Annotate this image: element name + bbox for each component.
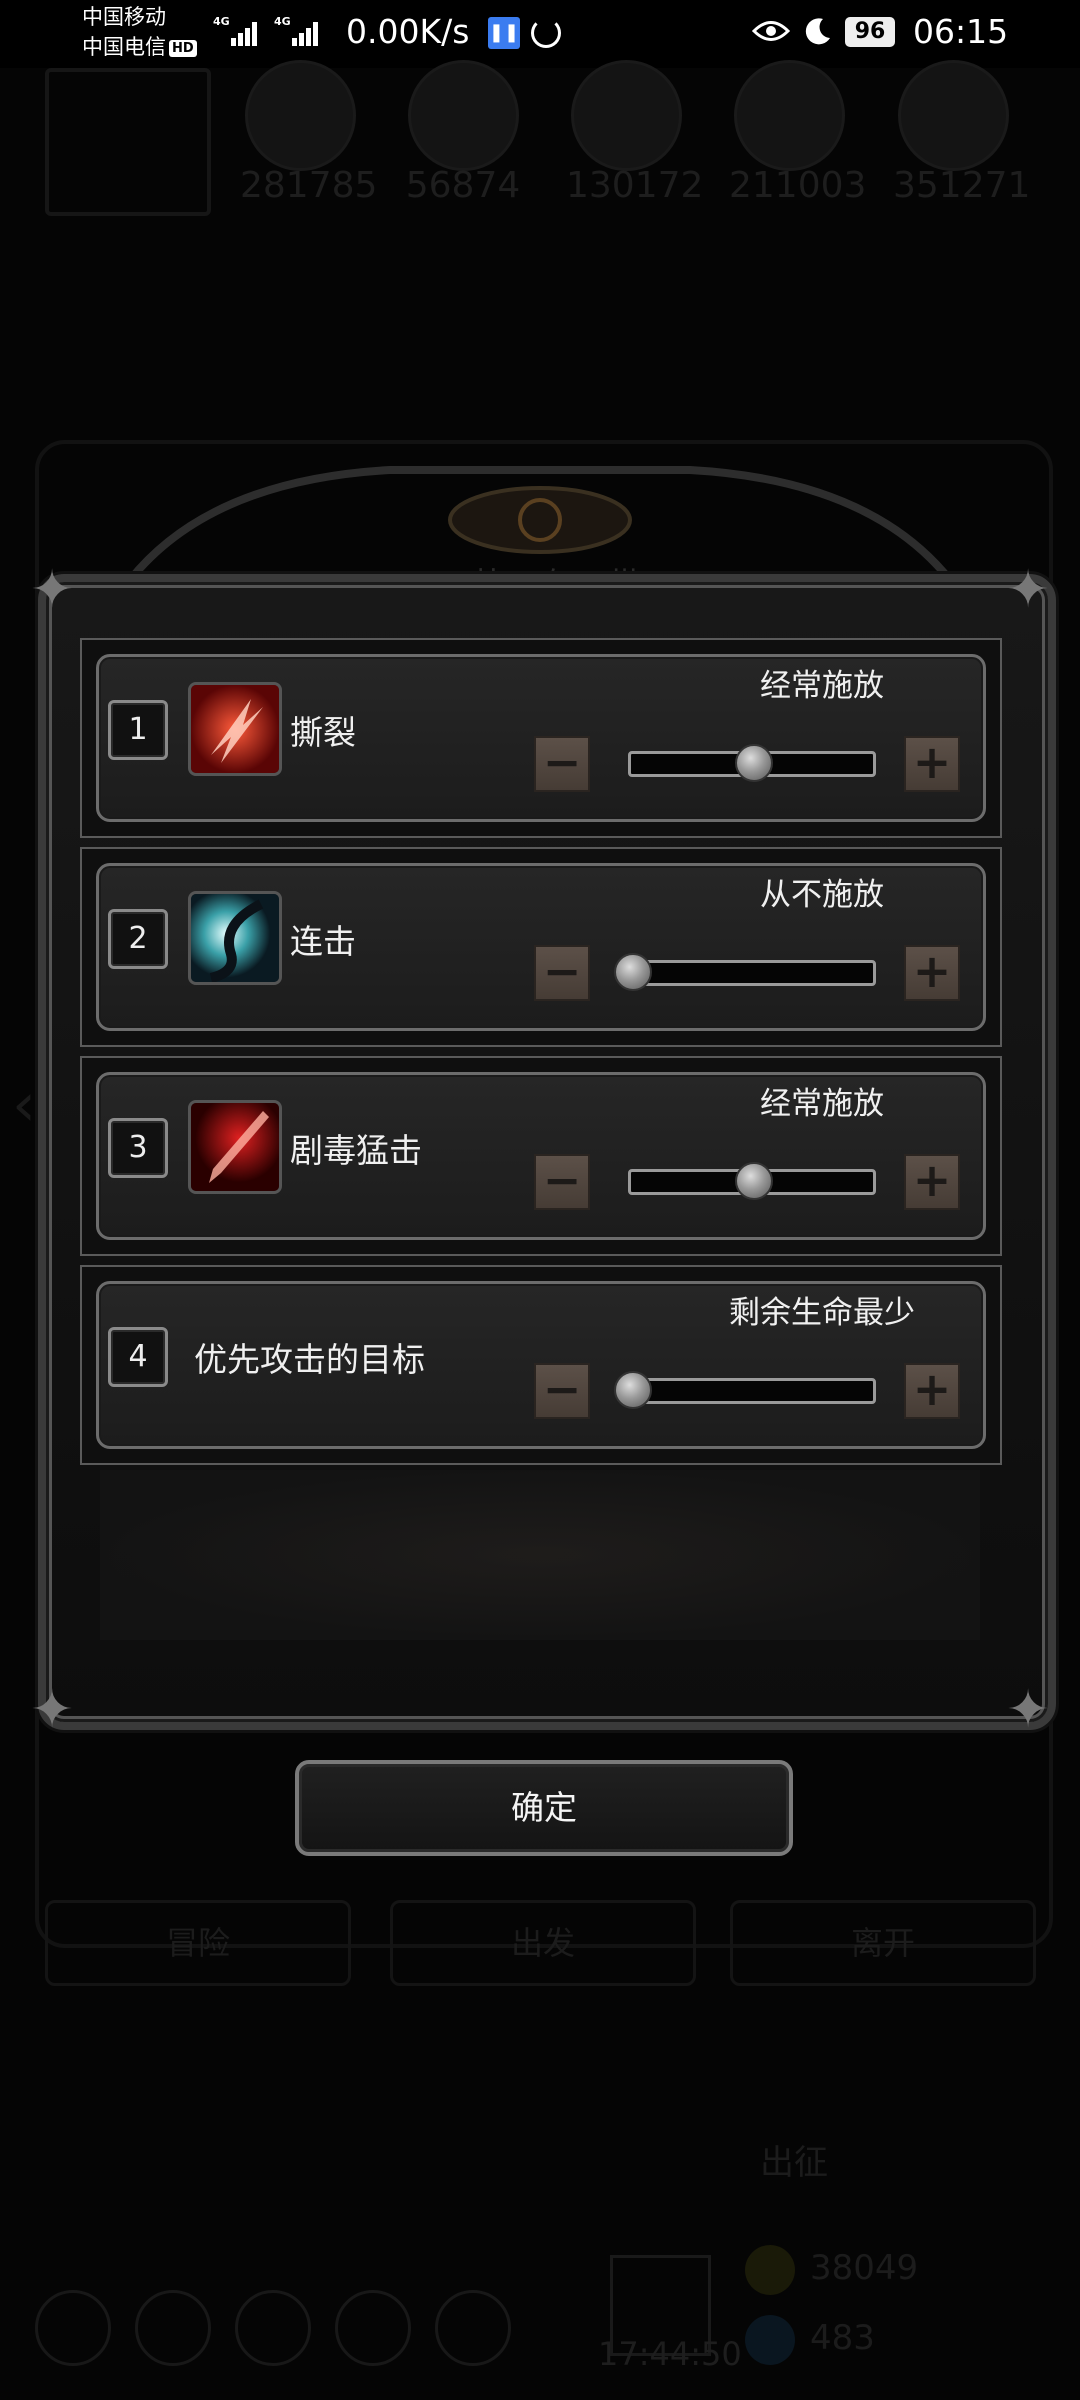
skill-name: 连击 (290, 922, 356, 961)
combo-skill-icon (188, 891, 282, 985)
decrease-button[interactable]: − (534, 736, 590, 792)
target-priority-row: 4 优先攻击的目标 剩余生命最少 − + (80, 1265, 1002, 1465)
increase-button[interactable]: + (904, 1363, 960, 1419)
frequency-label: 经常施放 (760, 1086, 884, 1122)
slider-knob[interactable] (735, 744, 773, 782)
decrease-button[interactable]: − (534, 1363, 590, 1419)
gem-amount: 483 (810, 2318, 875, 2358)
skill-name: 剧毒猛击 (290, 1131, 422, 1170)
left-arrow-icon: ‹ (12, 1070, 36, 1140)
dialog-texture (100, 1470, 980, 1640)
leave-button: 离开 (730, 1900, 1036, 1986)
menu-round-icon (35, 2290, 111, 2366)
target-priority-label: 优先攻击的目标 (194, 1340, 425, 1379)
increase-button[interactable]: + (904, 736, 960, 792)
target-setting-label: 剩余生命最少 (729, 1295, 915, 1331)
row-index: 1 (108, 700, 168, 760)
menu-round-icon (135, 2290, 211, 2366)
resource-1: 281785 (240, 60, 377, 206)
skill-name: 撕裂 (290, 713, 356, 752)
confirm-button[interactable]: 确定 (295, 1760, 793, 1856)
gem-icon (745, 2315, 795, 2365)
gold-coin-icon (745, 2245, 795, 2295)
corner-ornament-icon: ✦ (30, 560, 74, 620)
slider-knob[interactable] (614, 953, 652, 991)
frequency-label: 经常施放 (760, 668, 884, 704)
target-slider[interactable] (614, 1371, 876, 1409)
decrease-button[interactable]: − (534, 945, 590, 1001)
corner-ornament-icon: ✦ (30, 1680, 74, 1740)
resource-3: 130172 (566, 60, 703, 206)
decrease-button[interactable]: − (534, 1154, 590, 1210)
skill-row: 1 撕裂 经常施放 − + (80, 638, 1002, 838)
frequency-slider[interactable] (628, 1162, 876, 1200)
resource-4: 211003 (729, 60, 866, 206)
slider-knob[interactable] (614, 1371, 652, 1409)
depart-button: 出发 (390, 1900, 696, 1986)
resource-2: 56874 (403, 60, 523, 206)
countdown-timer: 17:44:50 (598, 2335, 742, 2373)
row-index: 3 (108, 1118, 168, 1178)
skill-row: 3 剧毒猛击 经常施放 − + (80, 1056, 1002, 1256)
increase-button[interactable]: + (904, 945, 960, 1001)
menu-round-icon (235, 2290, 311, 2366)
adventure-button: 冒险 (45, 1900, 351, 1986)
hero-portrait (45, 68, 211, 216)
corner-ornament-icon: ✦ (1006, 560, 1050, 620)
corner-ornament-icon: ✦ (1006, 1680, 1050, 1740)
tear-skill-icon (188, 682, 282, 776)
skill-row: 2 连击 从不施放 − + (80, 847, 1002, 1047)
frequency-slider[interactable] (614, 953, 876, 991)
poison-strike-skill-icon (188, 1100, 282, 1194)
frequency-slider[interactable] (628, 744, 876, 782)
row-index: 4 (108, 1327, 168, 1387)
resource-5: 351271 (893, 60, 1030, 206)
frequency-label: 从不施放 (760, 877, 884, 913)
gold-amount: 38049 (810, 2248, 919, 2288)
increase-button[interactable]: + (904, 1154, 960, 1210)
expedition-label: 出征 (760, 2143, 828, 2183)
menu-round-icon (435, 2290, 511, 2366)
menu-round-icon (335, 2290, 411, 2366)
row-index: 2 (108, 909, 168, 969)
slider-knob[interactable] (735, 1162, 773, 1200)
